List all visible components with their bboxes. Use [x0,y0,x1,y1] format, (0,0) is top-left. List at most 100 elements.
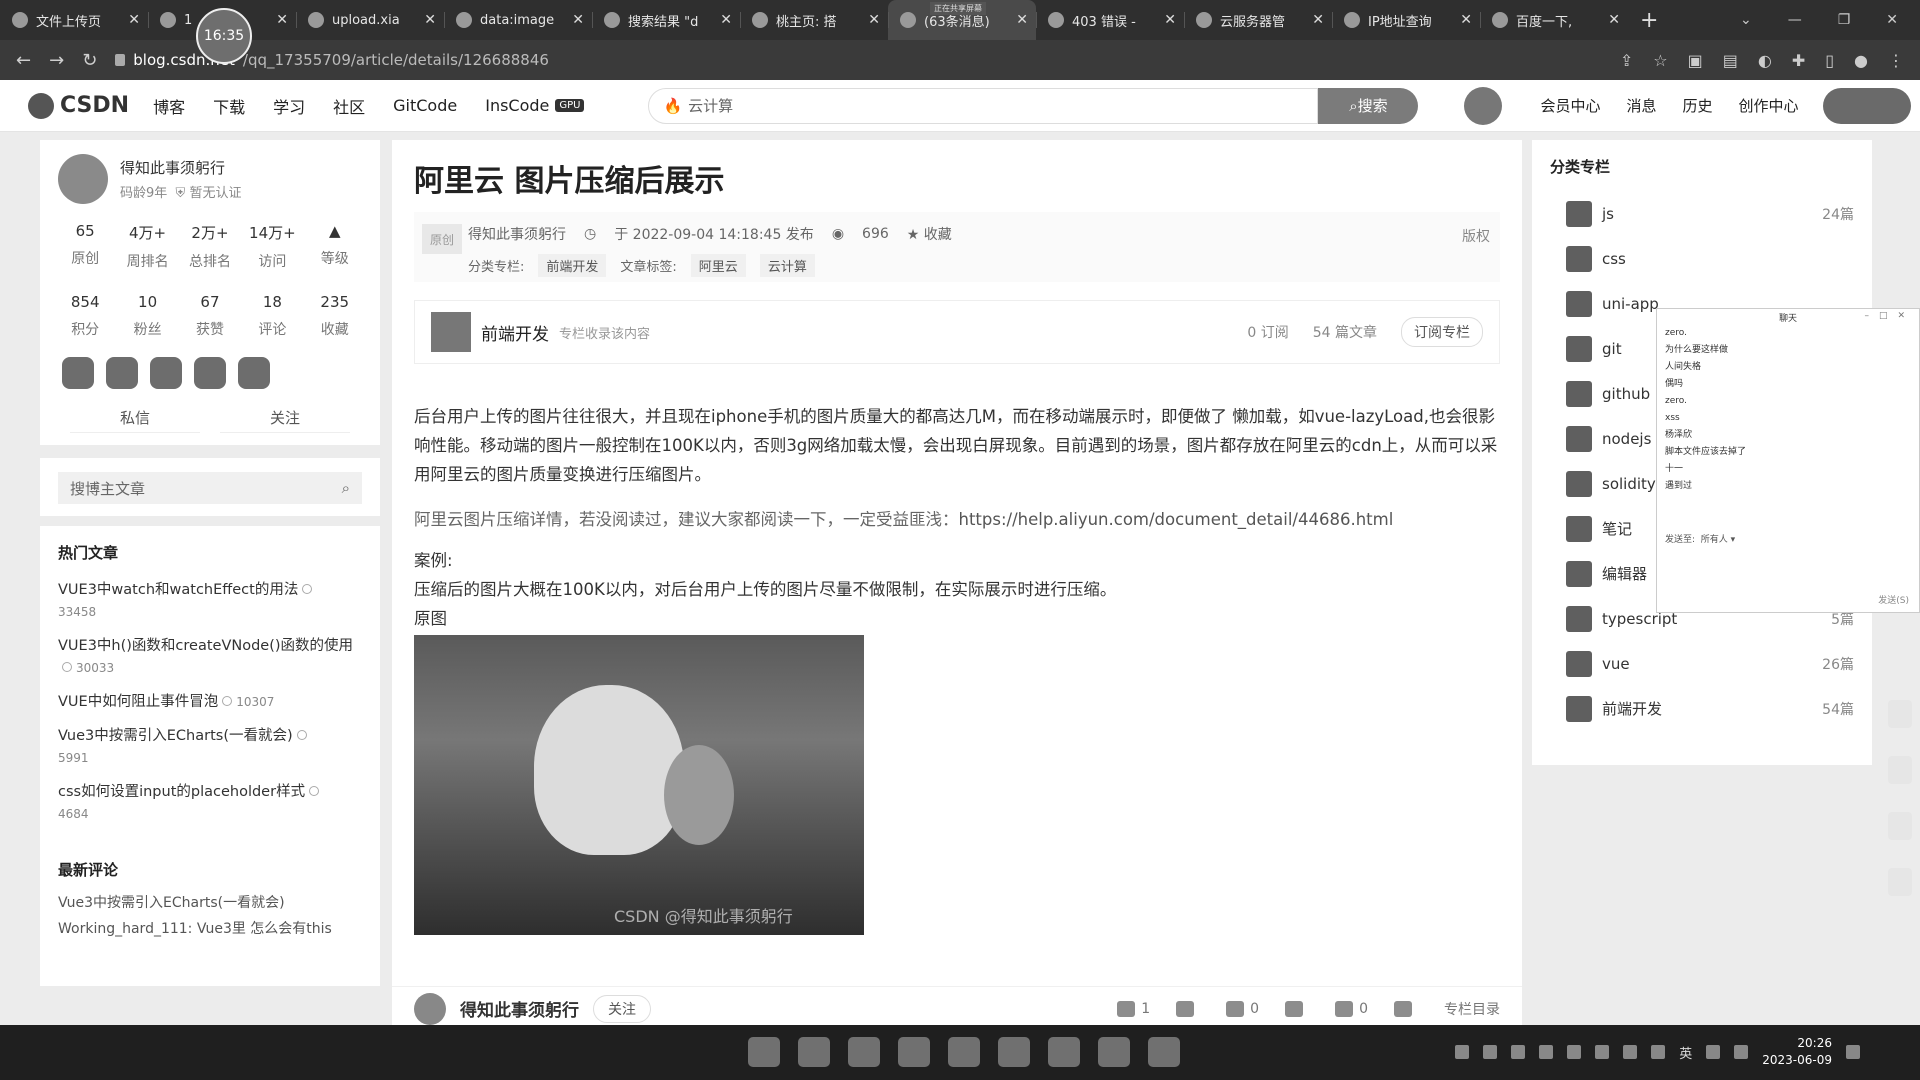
tray-icon[interactable] [1567,1045,1582,1059]
close-tab-icon[interactable]: ✕ [720,12,732,28]
browser-tab[interactable]: data:image ✕ [444,0,592,40]
badge-icon[interactable] [150,357,182,389]
private-message-button[interactable]: 私信 [70,403,200,433]
new-tab-button[interactable]: + [1640,8,1658,33]
favorite-button[interactable]: ★ 收藏 [907,224,952,244]
column-cover[interactable] [431,312,471,352]
close-tab-icon[interactable]: ✕ [868,12,880,28]
category-item[interactable]: 前端开发 54篇 [1532,686,1872,731]
category-item[interactable]: css [1532,236,1872,281]
start-icon[interactable] [748,1037,780,1067]
list-item[interactable]: VUE3中watch和watchEffect的用法 33458 [40,573,380,629]
tray-icon[interactable] [1483,1045,1498,1059]
close-window-icon[interactable]: ✕ [1886,12,1898,28]
list-item[interactable]: css如何设置input的placeholder样式 4684 [40,775,380,831]
tray-icon[interactable] [1539,1045,1554,1059]
browser-tab[interactable]: 桃主页: 搭 ✕ [740,0,888,40]
close-tab-icon[interactable]: ✕ [1164,12,1176,28]
tray-icon[interactable] [1595,1045,1610,1059]
chat-window-controls[interactable]: –□✕ [1864,311,1915,321]
reload-icon[interactable]: ↻ [82,50,97,71]
close-tab-icon[interactable]: ✕ [1312,12,1324,28]
browser-tab[interactable]: 云服务器管 ✕ [1184,0,1332,40]
stat-comments[interactable]: 18 评论 [242,293,302,339]
author-avatar[interactable] [58,154,108,204]
nav-vip-center[interactable]: 会员中心 [1540,95,1600,116]
list-item[interactable]: Vue3中按需引入ECharts(一看就会) 5991 [40,719,380,775]
nav-learn[interactable]: 学习 [273,94,305,118]
copyright-link[interactable]: 版权 [1462,226,1490,246]
badge-icon[interactable] [106,357,138,389]
article-tag[interactable]: 云计算 [759,254,815,277]
close-tab-icon[interactable]: ✕ [572,12,584,28]
meeting-icon[interactable] [1098,1037,1130,1067]
puzzle-icon[interactable]: ✚ [1792,51,1805,70]
tool-icon[interactable] [1888,756,1912,784]
browser-tab[interactable]: IP地址查询 ✕ [1332,0,1480,40]
reward-button[interactable] [1285,1000,1309,1017]
forward-icon[interactable]: → [49,50,64,71]
extension-icon[interactable]: ▤ [1723,51,1738,70]
menu-icon[interactable]: ⋮ [1888,51,1904,70]
blog-search-input[interactable]: 搜博主文章 ⌕ [58,472,362,504]
nav-inscode[interactable]: InsCode GPU [485,96,585,115]
browser-tab[interactable]: 搜索结果 "d ✕ [592,0,740,40]
phpstorm-icon[interactable] [948,1037,980,1067]
input-language[interactable]: 英 [1679,1043,1692,1062]
subscribe-column-button[interactable]: 订阅专栏 [1401,317,1483,347]
nav-blog[interactable]: 博客 [153,94,185,118]
browser-tab[interactable]: 百度一下, ✕ [1480,0,1628,40]
stat-level[interactable]: ▲ 等级 [305,222,365,271]
site-search-input[interactable]: 🔥 云计算 [648,87,1319,124]
tab-search-icon[interactable]: ⌄ [1740,12,1752,28]
tool-icon[interactable] [1888,700,1912,728]
csdn-logo[interactable]: CSDN [28,92,129,119]
extension-icon[interactable]: ◐ [1758,51,1772,70]
stat-points[interactable]: 854 积分 [55,293,115,339]
list-item[interactable]: VUE3中h()函数和createVNode()函数的使用30033 [40,629,380,685]
comment-item[interactable]: Working_hard_111: Vue3里 怎么会有this [40,916,380,942]
author-link[interactable]: 得知此事须躬行 [468,224,566,244]
stat-total-rank[interactable]: 2万+ 总排名 [180,222,240,271]
close-tab-icon[interactable]: ✕ [424,12,436,28]
vscode-icon[interactable] [1148,1037,1180,1067]
stat-week-rank[interactable]: 4万+ 周排名 [118,222,178,271]
edge-icon[interactable] [848,1037,880,1067]
tool-icon[interactable] [1888,812,1912,840]
share-button[interactable] [1394,1000,1418,1017]
search-button[interactable]: ⌕ 搜索 [1318,87,1419,124]
badge-icon[interactable] [62,357,94,389]
article-image[interactable]: CSDN @得知此事须躬行 [414,635,864,935]
author-name[interactable]: 得知此事须躬行 [120,157,241,178]
extension-icon[interactable]: ▣ [1688,51,1703,70]
profile-icon[interactable]: ● [1854,51,1868,70]
badge-icon[interactable] [238,357,270,389]
close-tab-icon[interactable]: ✕ [1016,12,1028,28]
nav-history[interactable]: 历史 [1683,95,1713,116]
minimize-icon[interactable]: — [1788,12,1802,28]
bookmark-star-icon[interactable]: ☆ [1653,51,1667,70]
network-icon[interactable] [1706,1045,1721,1059]
category-item[interactable]: js 24篇 [1532,191,1872,236]
column-tag[interactable]: 前端开发 [538,254,607,277]
app-icon[interactable] [998,1037,1030,1067]
browser-tab[interactable]: 403 错误 - ✕ [1036,0,1184,40]
volume-icon[interactable] [1734,1045,1749,1059]
publish-button[interactable] [1822,87,1911,124]
browser-tab[interactable]: 文件上传页 ✕ [0,0,148,40]
close-tab-icon[interactable]: ✕ [1608,12,1620,28]
tool-icon[interactable] [1888,868,1912,896]
close-tab-icon[interactable]: ✕ [128,12,140,28]
close-tab-icon[interactable]: ✕ [1460,12,1472,28]
photos-icon[interactable] [1048,1037,1080,1067]
tray-icon[interactable] [1455,1045,1470,1059]
sidebar-icon[interactable]: ▯ [1825,51,1834,70]
tray-icon[interactable] [1623,1045,1638,1059]
comment-button[interactable]: 0 [1335,1000,1368,1017]
browser-tab[interactable]: upload.xia ✕ [296,0,444,40]
stat-visits[interactable]: 14万+ 访问 [242,222,302,271]
url-field[interactable]: blog.csdn.net/qq_17355709/article/detail… [115,51,1602,69]
chat-recipient[interactable]: 发送至: 所有人 ▾ [1665,532,1735,545]
list-item[interactable]: VUE中如何阻止事件冒泡 10307 [40,685,380,719]
column-name[interactable]: 前端开发 [481,320,549,345]
